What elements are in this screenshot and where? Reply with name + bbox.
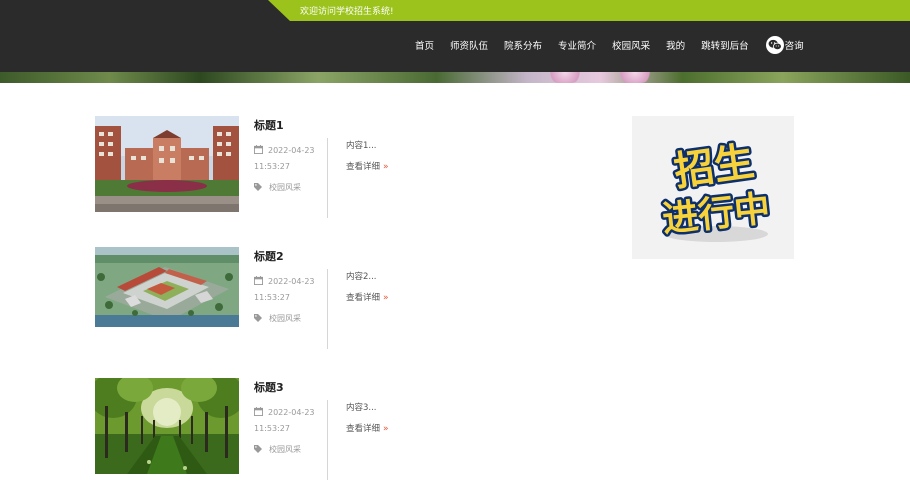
post-time-value: 11:53:27 [254,162,290,171]
post-category-label: 校园风采 [269,445,301,454]
post-divider [327,400,328,480]
post-time-value: 11:53:27 [254,293,290,302]
post-date-value: 2022-04-23 [268,277,315,286]
read-more-label: 查看详细 [346,424,381,434]
post-date-value: 2022-04-23 [268,146,315,155]
flower-decoration [618,72,652,83]
double-chevron-right-icon: » [383,162,389,172]
post-category[interactable]: 校园风采 [254,444,301,455]
post-date: 2022-04-23 11:53:27 [254,143,318,175]
post-date: 2022-04-23 11:53:27 [254,274,318,306]
nav-majors[interactable]: 专业简介 [558,38,596,52]
flower-decoration [548,72,582,83]
main-nav: 首页 师资队伍 院系分布 专业简介 校园风采 我的 跳转到后台 咨询 [415,36,804,54]
post-read-more-link[interactable]: 查看详细» [346,291,389,303]
nav-admin[interactable]: 跳转到后台 [701,38,749,52]
nav-departments[interactable]: 院系分布 [504,38,542,52]
consult-button[interactable]: 咨询 [765,36,804,54]
tag-icon [254,314,262,322]
double-chevron-right-icon: » [383,424,389,434]
post-category[interactable]: 校园风采 [254,182,301,193]
post-item-1: 标题1 2022-04-23 11:53:27 校园风采 内容1... 查看详细… [95,116,395,226]
post-item-3: 标题3 2022-04-23 11:53:27 校园风采 内容3... 查看详细… [95,378,395,488]
post-read-more-link[interactable]: 查看详细» [346,422,389,434]
post-date-value: 2022-04-23 [268,408,315,417]
post-category[interactable]: 校园风采 [254,313,301,324]
nav-home[interactable]: 首页 [415,38,434,52]
post-date: 2022-04-23 11:53:27 [254,405,318,437]
post-thumbnail-campus-aerial[interactable] [95,247,239,343]
read-more-label: 查看详细 [346,162,381,172]
consult-label: 咨询 [784,41,804,52]
nav-mine[interactable]: 我的 [666,38,685,52]
post-title[interactable]: 标题1 [254,117,284,133]
post-thumbnail-tree-avenue[interactable] [95,378,239,474]
wechat-icon [765,36,784,54]
read-more-label: 查看详细 [346,293,381,303]
post-divider [327,269,328,349]
header-banner-image [0,72,910,83]
calendar-icon [254,407,263,416]
tag-icon [254,183,262,191]
nav-faculty[interactable]: 师资队伍 [450,38,488,52]
double-chevron-right-icon: » [383,293,389,303]
welcome-text: 欢迎访问学校招生系统! [300,7,394,17]
post-divider [327,138,328,218]
nav-campus[interactable]: 校园风采 [612,38,650,52]
calendar-icon [254,276,263,285]
post-excerpt: 内容3... [346,403,377,413]
welcome-bar: 欢迎访问学校招生系统! [268,0,910,21]
tag-icon [254,445,262,453]
post-read-more-link[interactable]: 查看详细» [346,160,389,172]
post-item-2: 标题2 2022-04-23 11:53:27 校园风采 内容2... 查看详细… [95,247,395,357]
site-header: 欢迎访问学校招生系统! 首页 师资队伍 院系分布 专业简介 校园风采 我的 跳转… [0,0,910,72]
enrollment-ad-banner[interactable]: 招生 招生 进行中 进行中 [632,116,794,259]
post-category-label: 校园风采 [269,183,301,192]
calendar-icon [254,145,263,154]
post-title[interactable]: 标题2 [254,248,284,264]
post-time-value: 11:53:27 [254,424,290,433]
post-title[interactable]: 标题3 [254,379,284,395]
post-excerpt: 内容2... [346,272,377,282]
post-category-label: 校园风采 [269,314,301,323]
post-thumbnail-campus-building[interactable] [95,116,239,212]
post-excerpt: 内容1... [346,141,377,151]
